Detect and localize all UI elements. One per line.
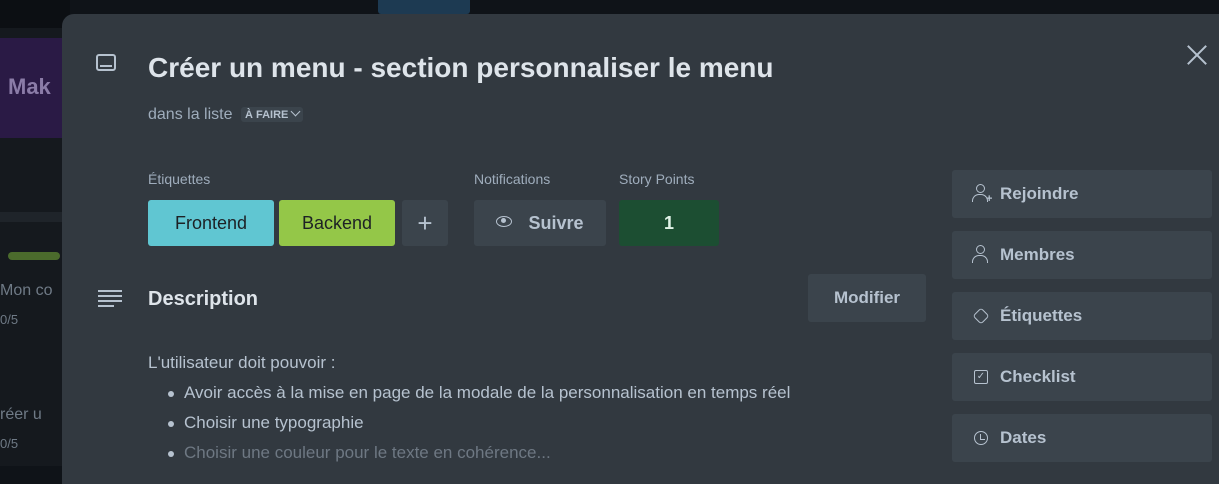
join-label: Rejoindre xyxy=(1000,184,1079,203)
members-button[interactable]: Membres xyxy=(952,231,1212,279)
labels-button[interactable]: Étiquettes xyxy=(952,292,1212,340)
plus-icon: + xyxy=(986,193,993,205)
board-banner: Mak xyxy=(0,38,70,138)
background-card-count: 0/5 xyxy=(0,436,19,451)
dates-button[interactable]: Dates xyxy=(952,414,1212,462)
card-title[interactable]: Créer un menu - section personnaliser le… xyxy=(148,52,774,84)
list-location: dans la liste À FAIRE xyxy=(148,106,304,124)
notifications-heading: Notifications xyxy=(474,171,551,187)
list-name: À FAIRE xyxy=(244,109,289,121)
user-icon-body xyxy=(972,255,988,263)
add-label-button[interactable]: + xyxy=(402,200,448,246)
clock-icon xyxy=(974,431,988,445)
background-card-count: 0/5 xyxy=(0,312,19,327)
description-body[interactable]: L'utilisateur doit pouvoir : Avoir accès… xyxy=(148,348,928,468)
list-select-button[interactable]: À FAIRE xyxy=(240,106,304,122)
description-list: Avoir accès à la mise en page de la moda… xyxy=(148,378,928,468)
board-title: Mak xyxy=(8,74,51,99)
follow-label: Suivre xyxy=(528,213,584,233)
list-item: Choisir une typographie xyxy=(168,408,928,438)
follow-button[interactable]: Suivre xyxy=(474,200,606,246)
checklist-label: Checklist xyxy=(1000,367,1076,386)
description-heading: Description xyxy=(148,288,259,310)
card-icon xyxy=(96,54,116,71)
background-card: Mon co 0/5 xyxy=(0,282,70,327)
label-backend[interactable]: Backend xyxy=(279,200,395,246)
checklist-icon: ✓ xyxy=(974,370,988,384)
card-detail-modal: Créer un menu - section personnaliser le… xyxy=(62,14,1219,484)
background-card-title: réer u xyxy=(0,406,42,423)
background-card-title: Mon co xyxy=(0,282,53,299)
story-points-value[interactable]: 1 xyxy=(619,200,719,246)
eye-icon xyxy=(496,216,513,227)
labels-heading: Étiquettes xyxy=(148,171,211,187)
in-list-prefix: dans la liste xyxy=(148,106,233,123)
chevron-down-icon xyxy=(290,106,301,117)
board-header xyxy=(0,0,70,28)
labels-label: Étiquettes xyxy=(1000,306,1083,325)
close-button[interactable] xyxy=(1184,42,1210,68)
list-item: Avoir accès à la mise en page de la moda… xyxy=(168,378,928,408)
board-divider xyxy=(0,212,70,222)
members-label: Membres xyxy=(1000,245,1075,264)
edit-description-button[interactable]: Modifier xyxy=(808,274,926,322)
board-header-accent xyxy=(378,0,470,14)
board-progress-bar xyxy=(8,252,60,260)
tag-icon xyxy=(972,307,990,325)
user-icon xyxy=(976,245,985,254)
background-card: réer u 0/5 xyxy=(0,406,70,451)
list-item: Choisir une couleur pour le texte en coh… xyxy=(168,438,928,468)
story-points-heading: Story Points xyxy=(619,171,695,187)
description-icon xyxy=(98,290,122,308)
dates-label: Dates xyxy=(1000,428,1047,447)
label-frontend[interactable]: Frontend xyxy=(148,200,274,246)
user-plus-icon xyxy=(976,184,985,193)
description-intro: L'utilisateur doit pouvoir : xyxy=(148,353,336,372)
join-button[interactable]: + Rejoindre xyxy=(952,170,1212,218)
background-board: Mak Mon co 0/5 réer u 0/5 xyxy=(0,0,70,466)
checklist-button[interactable]: ✓ Checklist xyxy=(952,353,1212,401)
